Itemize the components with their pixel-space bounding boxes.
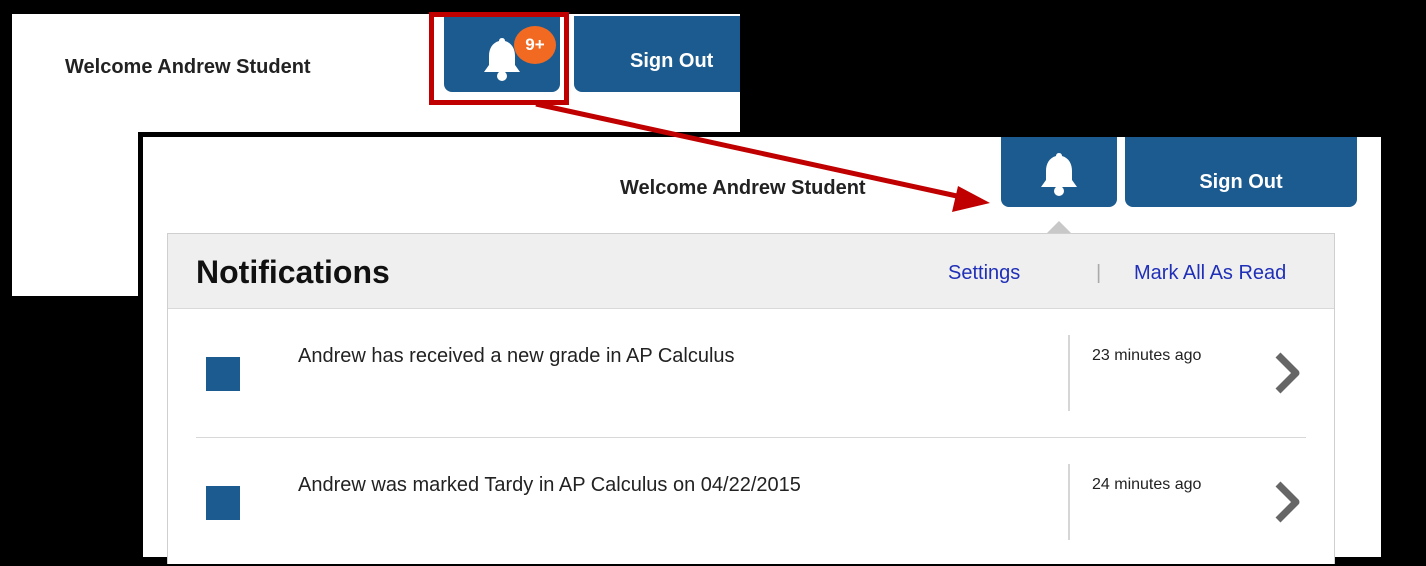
settings-link[interactable]: Settings [948, 262, 1020, 285]
welcome-text: Welcome Andrew Student [65, 56, 311, 78]
notification-message: Andrew has received a new grade in AP Ca… [298, 345, 735, 367]
notification-item[interactable]: Andrew was marked Tardy in AP Calculus o… [196, 437, 1306, 566]
mark-all-as-read-link[interactable]: Mark All As Read [1134, 262, 1286, 285]
notification-item[interactable]: Andrew has received a new grade in AP Ca… [168, 309, 1334, 437]
divider [1068, 464, 1070, 540]
sign-out-button[interactable]: Sign Out [1125, 137, 1357, 207]
main-screenshot: Welcome Andrew Student Sign Out Notifica… [138, 132, 1386, 564]
notifications-button[interactable] [1001, 137, 1117, 207]
notifications-panel: Notifications Settings | Mark All As Rea… [167, 233, 1335, 564]
unread-indicator-icon [206, 486, 240, 520]
divider [1068, 335, 1070, 411]
notification-time: 24 minutes ago [1092, 476, 1202, 493]
notifications-title: Notifications [196, 254, 390, 290]
highlight-box [429, 12, 569, 105]
unread-indicator-icon [206, 357, 240, 391]
chevron-right-icon[interactable] [1272, 351, 1302, 395]
notifications-header: Notifications Settings | Mark All As Rea… [168, 234, 1334, 309]
header-separator: | [1096, 262, 1102, 284]
welcome-text: Welcome Andrew Student [620, 177, 866, 199]
notification-message: Andrew was marked Tardy in AP Calculus o… [298, 474, 801, 496]
dropdown-caret [1047, 221, 1071, 233]
sign-out-button[interactable]: Sign Out [574, 16, 740, 92]
chevron-right-icon[interactable] [1272, 480, 1302, 524]
bell-icon [1041, 153, 1077, 196]
notification-time: 23 minutes ago [1092, 347, 1202, 364]
